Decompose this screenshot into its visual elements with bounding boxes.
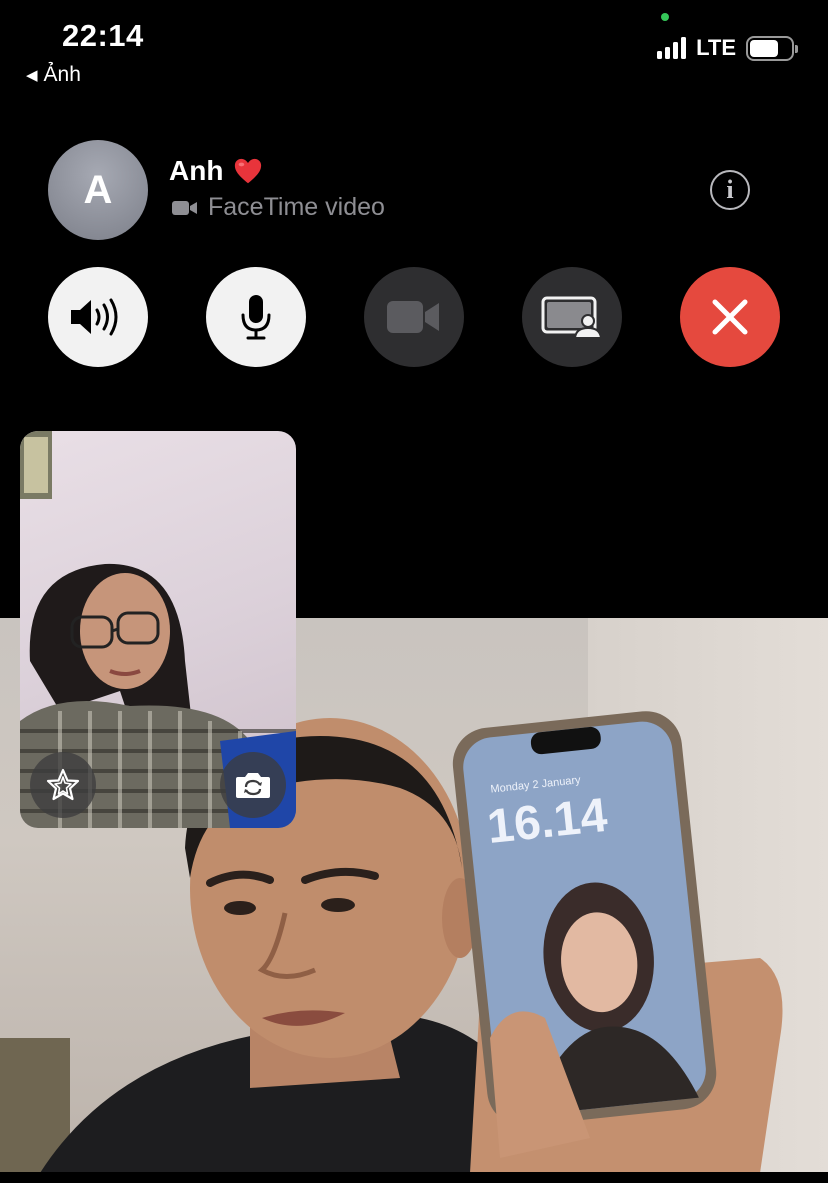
video-camera-icon bbox=[172, 200, 197, 215]
status-right: LTE bbox=[657, 35, 798, 61]
back-label: Ảnh bbox=[43, 63, 81, 86]
mute-button[interactable] bbox=[206, 267, 306, 367]
close-icon bbox=[712, 299, 748, 335]
status-time: 22:14 bbox=[62, 18, 144, 53]
info-icon: i bbox=[726, 175, 734, 204]
back-triangle-icon: ◀ bbox=[26, 67, 38, 84]
shareplay-icon bbox=[541, 296, 603, 339]
effects-button[interactable] bbox=[30, 752, 96, 818]
avatar: A bbox=[48, 140, 148, 240]
caller-name: Anh bbox=[169, 155, 263, 187]
back-to-app-link[interactable]: ◀ Ảnh bbox=[26, 63, 81, 87]
bottom-bar bbox=[0, 1172, 828, 1183]
share-screen-button[interactable] bbox=[522, 267, 622, 367]
video-camera-icon bbox=[387, 301, 439, 333]
end-call-button[interactable] bbox=[680, 267, 780, 367]
cellular-signal-icon bbox=[657, 37, 687, 59]
battery-icon bbox=[746, 35, 798, 61]
avatar-initial: A bbox=[83, 167, 113, 212]
self-view[interactable] bbox=[20, 431, 296, 828]
network-type: LTE bbox=[696, 35, 736, 60]
call-type: FaceTime video bbox=[172, 193, 385, 222]
effects-star-icon bbox=[46, 768, 80, 801]
speaker-button[interactable] bbox=[48, 267, 148, 367]
flip-camera-icon bbox=[236, 773, 270, 798]
heart-icon bbox=[235, 158, 262, 184]
camera-in-use-indicator bbox=[661, 13, 669, 21]
info-button[interactable]: i bbox=[710, 170, 750, 210]
call-type-label: FaceTime video bbox=[208, 193, 385, 221]
flip-camera-button[interactable] bbox=[220, 752, 286, 818]
microphone-icon bbox=[241, 295, 271, 340]
camera-button[interactable] bbox=[364, 267, 464, 367]
speaker-icon bbox=[71, 298, 118, 336]
caller-name-text: Anh bbox=[169, 155, 224, 186]
